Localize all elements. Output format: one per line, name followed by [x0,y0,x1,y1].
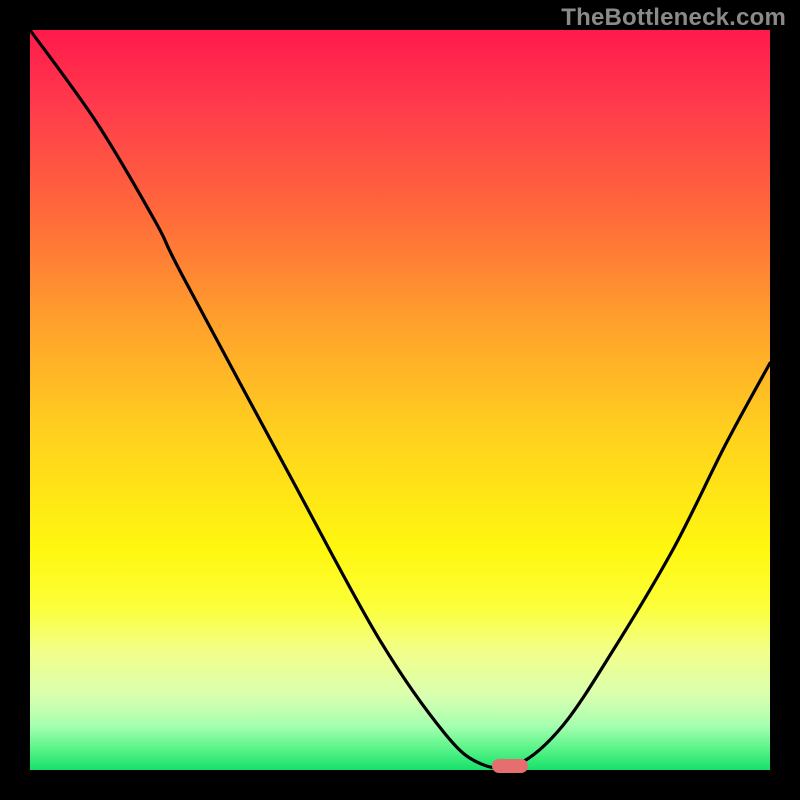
plot-background [30,30,770,770]
chart-svg [0,0,800,800]
bottleneck-curve [30,30,770,768]
chart-container: TheBottleneck.com [0,0,800,800]
watermark-text: TheBottleneck.com [561,4,786,32]
optimal-marker [492,759,528,773]
